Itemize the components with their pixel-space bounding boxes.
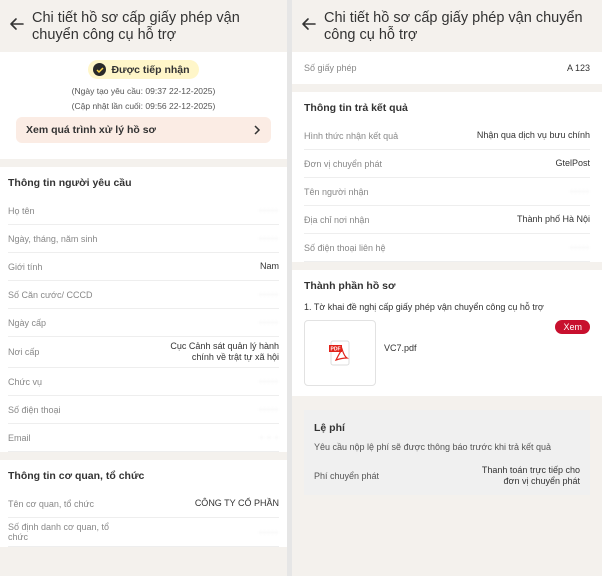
row-label: Chức vụ <box>8 376 43 387</box>
org-title: Thông tin cơ quan, tổ chức <box>8 470 145 482</box>
info-row: Nơi cấp Cục Cảnh sát quản lý hành chính v… <box>8 337 279 368</box>
row-label: Email <box>8 432 31 443</box>
license-value: A 123 <box>566 62 590 73</box>
view-process-label: Xem quá trình xử lý hồ sơ <box>26 124 157 136</box>
info-row: Họ tên ····· <box>8 197 279 225</box>
row-label: Số Căn cước/ CCCD <box>8 289 93 300</box>
row-label: Số định danh cơ quan, tổ chức <box>8 522 109 542</box>
info-row: Số điện thoại liên hệ ····· <box>304 234 590 262</box>
info-row: Số định danh cơ quan, tổ chức ····· <box>8 518 279 547</box>
license-section: Số giấy phép A 123 <box>292 52 602 84</box>
row-label: Họ tên <box>8 205 35 216</box>
license-row: Số giấy phép A 123 <box>304 52 590 84</box>
status-area: Được tiếp nhận (Ngày tạo yêu cầu: 09:37 … <box>0 52 287 159</box>
row-value: Nam <box>259 261 279 271</box>
license-label: Số giấy phép <box>304 63 357 73</box>
info-row: Ngày cấp ····· <box>8 309 279 337</box>
page-title: Chi tiết hồ sơ cấp giấy phép vận chuyển … <box>32 10 240 43</box>
info-row: Đơn vị chuyển phát GtelPost <box>304 150 590 178</box>
fee-value: Thanh toán trực tiếp cho đơn vị chuyển p… <box>481 465 580 486</box>
row-value: ····· <box>259 233 279 243</box>
back-arrow-icon[interactable] <box>8 15 26 33</box>
fee-title: Lệ phí <box>314 422 345 434</box>
row-label: Địa chỉ nơi nhận <box>304 214 370 225</box>
row-label: Số điện thoại liên hệ <box>304 242 386 253</box>
row-label: Tên cơ quan, tổ chức <box>8 498 94 509</box>
row-label: Ngày cấp <box>8 317 47 328</box>
status-text: Được tiếp nhận <box>111 63 190 76</box>
pdf-tag: PDF <box>331 347 341 353</box>
requester-section: Thông tin người yêu cầu Họ tên ····· Ngày,… <box>0 167 287 452</box>
left-header: Chi tiết hồ sơ cấp giấy phép vận chuyển … <box>0 0 287 52</box>
row-value: ····· <box>259 317 279 327</box>
info-row: Tên cơ quan, tổ chức CÔNG TY CỔ PHẦN <box>8 490 279 518</box>
info-row: Email · · · <box>8 424 279 452</box>
info-row: Số Căn cước/ CCCD ····· <box>8 281 279 309</box>
fee-note: Yêu cầu nộp lệ phí sẽ được thông báo trư… <box>314 442 551 452</box>
row-label: Nơi cấp <box>8 347 40 357</box>
fee-section: Lệ phí Yêu cầu nộp lệ phí sẽ được thông … <box>304 410 590 495</box>
row-label: Ngày, tháng, năm sinh <box>8 233 98 244</box>
info-row: Giới tính Nam <box>8 253 279 281</box>
info-row: Hình thức nhận kết quả Nhận qua dịch vụ b… <box>304 122 590 150</box>
info-row: Chức vụ ····· <box>8 368 279 396</box>
fee-row: Phí chuyển phát Thanh toán trực tiếp cho… <box>314 465 580 487</box>
fee-label: Phí chuyển phát <box>314 471 380 481</box>
file-row: PDF VC7.pdf Xem <box>304 320 590 396</box>
info-row: Tên người nhận ····· <box>304 178 590 206</box>
pdf-file-icon[interactable]: PDF <box>304 320 376 386</box>
row-value: · · · <box>260 432 279 442</box>
row-label: Giới tính <box>8 261 43 272</box>
view-file-button[interactable]: Xem <box>555 320 590 334</box>
info-row: Địa chỉ nơi nhận Thành phố Hà Nội <box>304 206 590 234</box>
left-screen: Chi tiết hồ sơ cấp giấy phép vận chuyển … <box>0 0 287 576</box>
view-process-button[interactable]: Xem quá trình xử lý hồ sơ <box>16 117 271 143</box>
row-value: ····· <box>570 186 590 196</box>
row-value: ····· <box>570 242 590 252</box>
row-value: ····· <box>259 526 279 537</box>
right-header: Chi tiết hồ sơ cấp giấy phép vận chuyển … <box>292 0 602 52</box>
status-badge: Được tiếp nhận <box>88 60 199 79</box>
org-section: Thông tin cơ quan, tổ chức Tên cơ quan, … <box>0 460 287 547</box>
row-label: Tên người nhận <box>304 186 369 197</box>
row-value: ····· <box>259 376 279 386</box>
row-label: Đơn vị chuyển phát <box>304 158 382 169</box>
row-label: Số điện thoại <box>8 404 61 415</box>
docs-title: Thành phần hồ sơ <box>304 280 396 292</box>
created-time: (Ngày tạo yêu cầu: 09:37 22-12-2025) <box>71 86 216 96</box>
row-value: GtelPost <box>555 158 590 168</box>
row-value: ····· <box>259 404 279 414</box>
check-icon <box>93 63 107 76</box>
docs-section: Thành phần hồ sơ 1. Tờ khai đề nghị cấp … <box>292 270 602 396</box>
page-title: Chi tiết hồ sơ cấp giấy phép vận chuyển … <box>324 10 583 43</box>
row-value: Cục Cảnh sát quản lý hành chính về trật … <box>170 341 279 362</box>
file-name: VC7.pdf <box>384 343 417 353</box>
row-value: Thành phố Hà Nội <box>516 214 590 224</box>
row-value: ····· <box>259 205 279 215</box>
requester-title: Thông tin người yêu cầu <box>8 177 132 189</box>
result-title: Thông tin trả kết quả <box>304 102 408 114</box>
info-row: Số điện thoại ····· <box>8 396 279 424</box>
row-label: Hình thức nhận kết quả <box>304 130 399 141</box>
row-value: Nhận qua dịch vụ bưu chính <box>476 130 590 140</box>
doc-item: 1. Tờ khai đề nghị cấp giấy phép vận chu… <box>304 302 544 312</box>
info-row: Ngày, tháng, năm sinh ····· <box>8 225 279 253</box>
chevron-right-icon <box>254 125 261 135</box>
updated-time: (Cập nhật lần cuối: 09:56 22-12-2025) <box>71 101 216 111</box>
row-value: CÔNG TY CỔ PHẦN <box>194 498 279 508</box>
result-section: Thông tin trả kết quả Hình thức nhận kết… <box>292 92 602 262</box>
back-arrow-icon[interactable] <box>300 15 318 33</box>
row-value: ····· <box>259 289 279 299</box>
right-screen: Chi tiết hồ sơ cấp giấy phép vận chuyển … <box>292 0 602 576</box>
